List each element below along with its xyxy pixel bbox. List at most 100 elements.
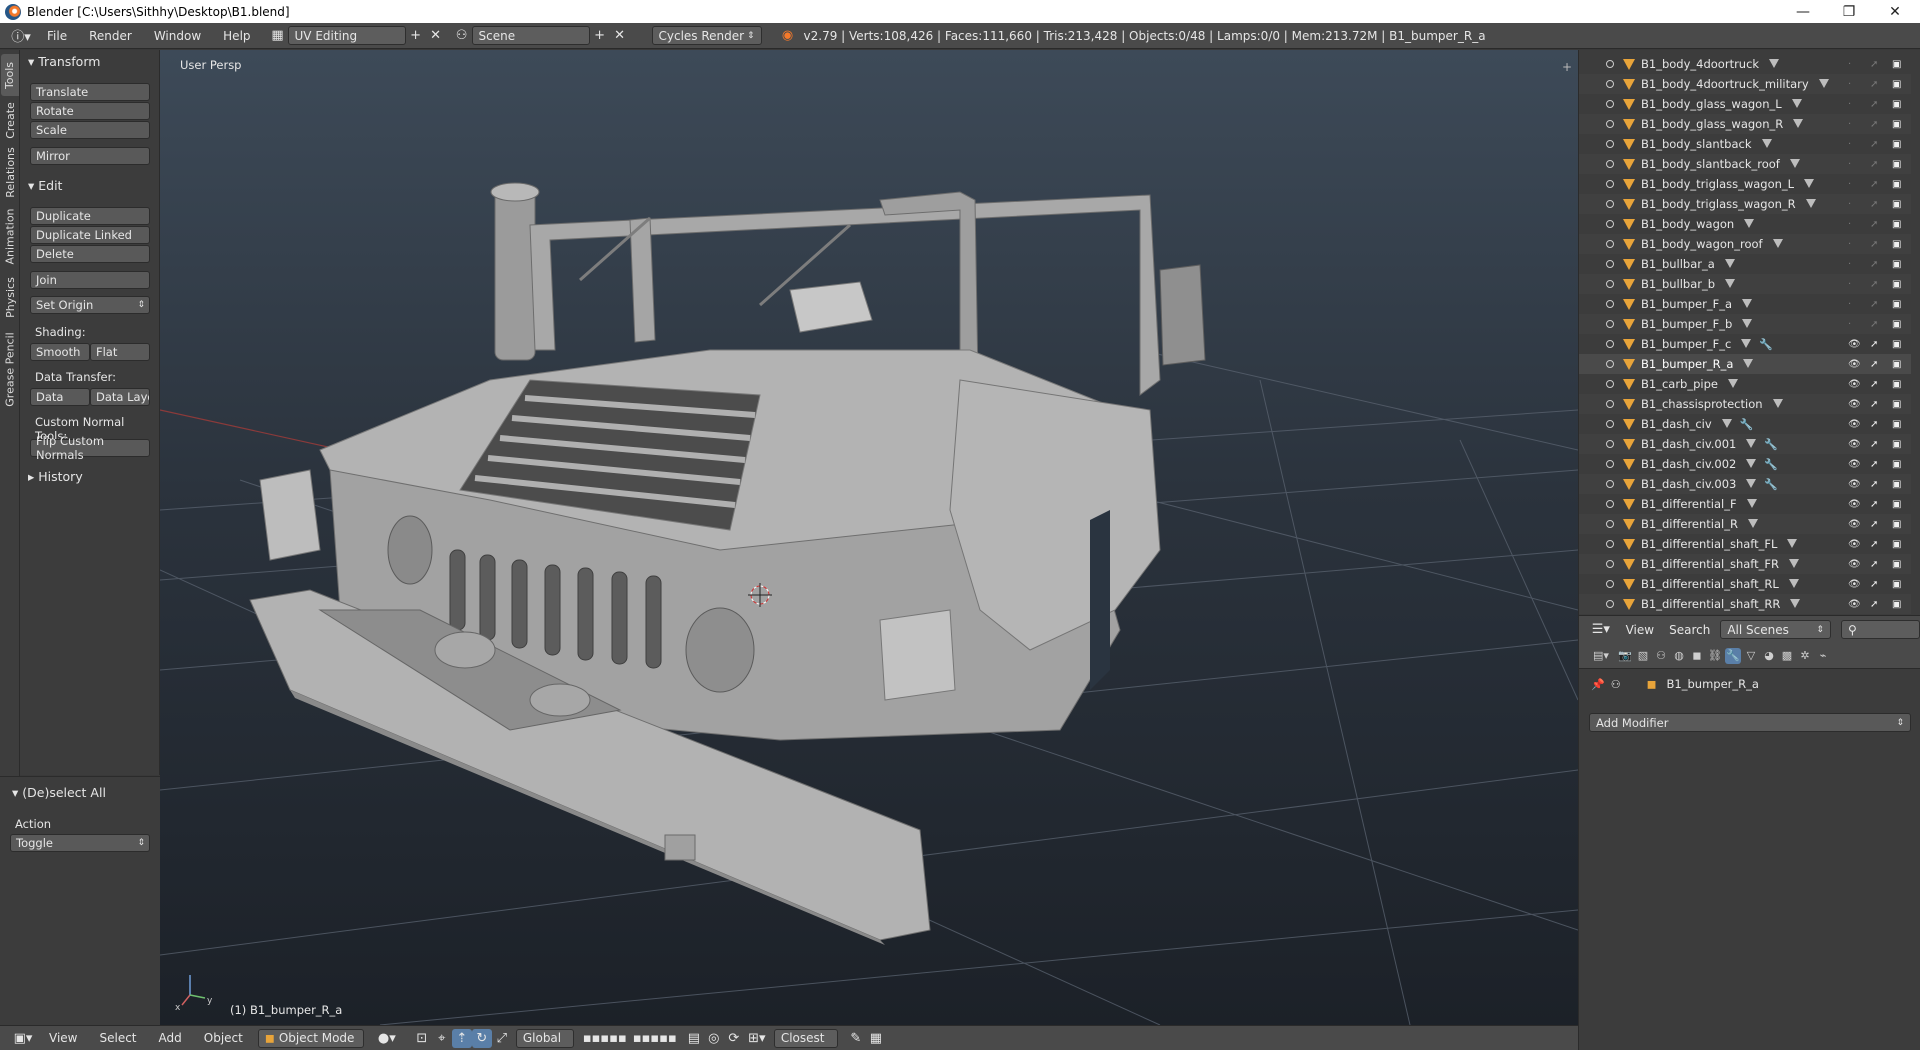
render-camera-icon[interactable]: ▣ — [1892, 439, 1901, 450]
selectable-cursor-icon[interactable]: ➚ — [1870, 59, 1878, 70]
selectable-cursor-icon[interactable]: ➚ — [1870, 159, 1878, 170]
outliner-row[interactable]: B1_body_wagon · ➚ ▣ — [1579, 214, 1911, 234]
menu-file[interactable]: File — [36, 29, 78, 43]
render-camera-icon[interactable]: ▣ — [1892, 199, 1901, 210]
restrict-dot-icon[interactable] — [1606, 100, 1614, 108]
restrict-dot-icon[interactable] — [1606, 140, 1614, 148]
snap-toggle-icon[interactable]: ⟳ — [724, 1029, 744, 1048]
outliner-view-menu[interactable]: View — [1615, 623, 1665, 637]
visibility-eye-icon[interactable]: 👁 — [1848, 339, 1861, 350]
outliner-row[interactable]: B1_dash_civ 🔧 👁 ➚ ▣ — [1579, 414, 1911, 434]
menu-window[interactable]: Window — [143, 29, 212, 43]
constraints-tab-icon[interactable]: ⛓ — [1707, 648, 1723, 664]
set-origin-dropdown[interactable]: Set Origin ⇕ — [30, 296, 150, 314]
layers-icon[interactable]: ▪▪▪▪▪ — [580, 1029, 630, 1048]
material-tab-icon[interactable]: ◕ — [1761, 648, 1777, 664]
tab-create[interactable]: Create — [1, 98, 19, 142]
outliner-row[interactable]: B1_body_triglass_wagon_L · ➚ ▣ — [1579, 174, 1911, 194]
screen-layout-dropdown[interactable]: UV Editing — [287, 26, 406, 45]
visibility-eye-icon[interactable]: 👁 — [1848, 599, 1861, 610]
tab-tools[interactable]: Tools — [1, 54, 19, 96]
snap-target-dropdown[interactable]: Closest — [773, 1028, 838, 1048]
render-camera-icon[interactable]: ▣ — [1892, 299, 1901, 310]
outliner-row[interactable]: B1_bumper_F_b · ➚ ▣ — [1579, 314, 1911, 334]
render-camera-icon[interactable]: ▣ — [1892, 279, 1901, 290]
particles-tab-icon[interactable]: ✲ — [1797, 648, 1813, 664]
visibility-eye-icon[interactable]: 👁 — [1848, 579, 1861, 590]
proportional-edit-icon[interactable]: ◎ — [704, 1029, 724, 1048]
render-tab-icon[interactable]: 📷 — [1617, 648, 1633, 664]
flip-custom-normals-button[interactable]: Flip Custom Normals — [30, 434, 150, 462]
selectable-cursor-icon[interactable]: ➚ — [1870, 279, 1878, 290]
render-camera-icon[interactable]: ▣ — [1892, 359, 1901, 370]
texture-tab-icon[interactable]: ▩ — [1779, 648, 1795, 664]
outliner-row[interactable]: B1_body_slantback_roof · ➚ ▣ — [1579, 154, 1911, 174]
restrict-dot-icon[interactable] — [1606, 480, 1614, 488]
maximize-button[interactable]: ❐ — [1826, 0, 1872, 23]
properties-editor-type-icon[interactable]: ▤▾ — [1587, 648, 1615, 664]
render-camera-icon[interactable]: ▣ — [1892, 339, 1901, 350]
outliner-row[interactable]: B1_differential_shaft_RL 👁 ➚ ▣ — [1579, 574, 1911, 594]
visibility-eye-icon[interactable]: · — [1848, 179, 1851, 190]
outliner-search-menu[interactable]: Search — [1665, 623, 1714, 637]
selectable-cursor-icon[interactable]: ➚ — [1870, 359, 1878, 370]
pivot-point-icon[interactable]: ⊡ — [412, 1029, 432, 1048]
scale-button[interactable]: Scale — [30, 121, 150, 139]
tab-animation[interactable]: Animation — [1, 202, 19, 270]
outliner-row[interactable]: B1_dash_civ.002 🔧 👁 ➚ ▣ — [1579, 454, 1911, 474]
outliner-row[interactable]: B1_bumper_F_c 🔧 👁 ➚ ▣ — [1579, 334, 1911, 354]
transform-panel-header[interactable]: ▾ Transform — [28, 54, 100, 69]
restrict-dot-icon[interactable] — [1606, 580, 1614, 588]
menu-view[interactable]: View — [38, 1031, 88, 1045]
visibility-eye-icon[interactable]: 👁 — [1848, 439, 1861, 450]
scene-dropdown[interactable]: Scene — [471, 26, 590, 45]
visibility-eye-icon[interactable]: · — [1848, 219, 1851, 230]
tab-physics[interactable]: Physics — [1, 272, 19, 322]
object-tab-icon[interactable]: ◼ — [1689, 648, 1705, 664]
render-camera-icon[interactable]: ▣ — [1892, 519, 1901, 530]
selectable-cursor-icon[interactable]: ➚ — [1870, 399, 1878, 410]
restrict-dot-icon[interactable] — [1606, 260, 1614, 268]
selectable-cursor-icon[interactable]: ➚ — [1870, 259, 1878, 270]
selectable-cursor-icon[interactable]: ➚ — [1870, 199, 1878, 210]
render-camera-icon[interactable]: ▣ — [1892, 539, 1901, 550]
scene-icon[interactable]: ⚇ — [452, 26, 472, 45]
orientation-dropdown[interactable]: Global — [515, 1028, 574, 1048]
render-camera-icon[interactable]: ▣ — [1892, 259, 1901, 270]
menu-render[interactable]: Render — [78, 29, 143, 43]
visibility-eye-icon[interactable]: · — [1848, 99, 1851, 110]
data-button[interactable]: Data — [30, 388, 90, 406]
outliner-row[interactable]: B1_dash_civ.003 🔧 👁 ➚ ▣ — [1579, 474, 1911, 494]
rotate-button[interactable]: Rotate — [30, 102, 150, 120]
selectable-cursor-icon[interactable]: ➚ — [1870, 579, 1878, 590]
join-button[interactable]: Join — [30, 271, 150, 289]
visibility-eye-icon[interactable]: 👁 — [1848, 419, 1861, 430]
remove-screen-icon[interactable]: ✕ — [426, 26, 446, 45]
rotate-manipulator-icon[interactable]: ↻ — [471, 1028, 492, 1048]
vehicle-model[interactable] — [249, 182, 1206, 945]
operator-panel-header[interactable]: ▾ (De)select All — [12, 785, 106, 800]
delete-button[interactable]: Delete — [30, 245, 150, 263]
tab-relations[interactable]: Relations — [1, 144, 19, 200]
restrict-dot-icon[interactable] — [1606, 300, 1614, 308]
selectable-cursor-icon[interactable]: ➚ — [1870, 319, 1878, 330]
visibility-eye-icon[interactable]: 👁 — [1848, 499, 1861, 510]
remove-scene-icon[interactable]: ✕ — [610, 26, 630, 45]
restrict-dot-icon[interactable] — [1606, 280, 1614, 288]
visibility-eye-icon[interactable]: 👁 — [1848, 519, 1861, 530]
modifiers-tab-icon[interactable]: 🔧 — [1725, 647, 1741, 664]
render-animation-icon[interactable]: ▦ — [866, 1029, 886, 1048]
data-layout-button[interactable]: Data Layo — [90, 388, 150, 406]
outliner-row[interactable]: B1_bullbar_a · ➚ ▣ — [1579, 254, 1911, 274]
visibility-eye-icon[interactable]: · — [1848, 299, 1851, 310]
render-camera-icon[interactable]: ▣ — [1892, 599, 1901, 610]
outliner-row[interactable]: B1_differential_F 👁 ➚ ▣ — [1579, 494, 1911, 514]
visibility-eye-icon[interactable]: 👁 — [1848, 359, 1861, 370]
mode-dropdown[interactable]: ◼ Object Mode — [257, 1028, 364, 1048]
outliner-row[interactable]: B1_body_glass_wagon_L · ➚ ▣ — [1579, 94, 1911, 114]
mirror-button[interactable]: Mirror — [30, 147, 150, 165]
restrict-dot-icon[interactable] — [1606, 380, 1614, 388]
outliner-row[interactable]: B1_bumper_F_a · ➚ ▣ — [1579, 294, 1911, 314]
restrict-dot-icon[interactable] — [1606, 340, 1614, 348]
render-camera-icon[interactable]: ▣ — [1892, 459, 1901, 470]
